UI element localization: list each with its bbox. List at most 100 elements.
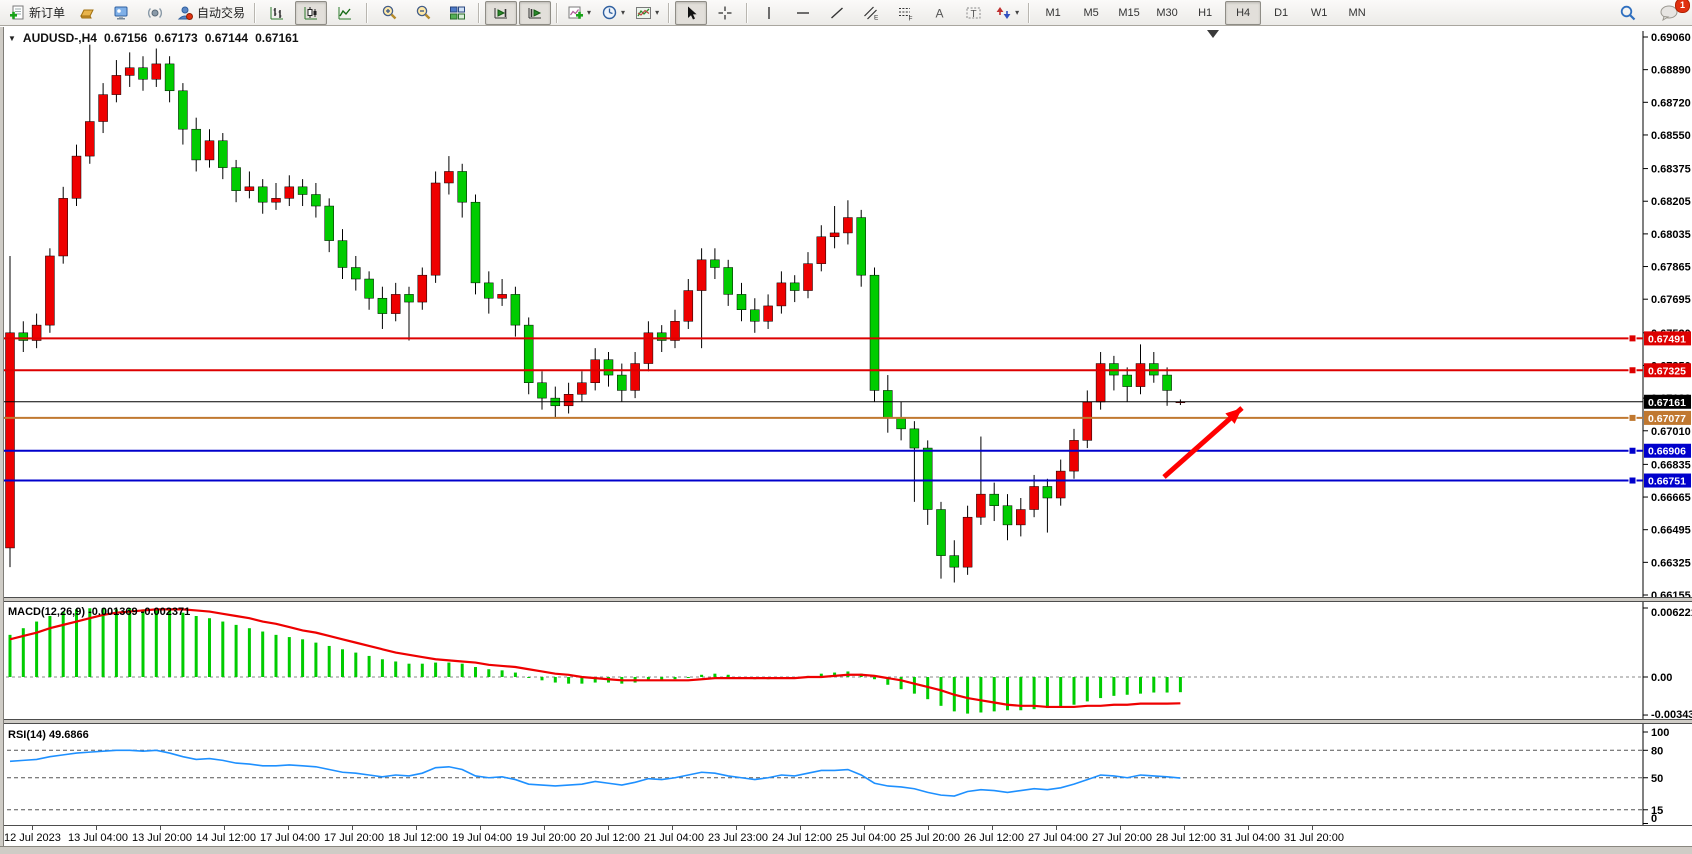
toolbar-separator bbox=[746, 3, 748, 23]
time-tick bbox=[288, 826, 289, 830]
indicators-icon bbox=[567, 5, 584, 21]
profile-button[interactable] bbox=[105, 1, 137, 25]
new-order-label: 新订单 bbox=[29, 4, 65, 21]
crosshair-icon bbox=[717, 5, 733, 21]
svg-text:0.68375: 0.68375 bbox=[1651, 164, 1691, 176]
cursor-button[interactable] bbox=[675, 1, 707, 25]
svg-text:0.68720: 0.68720 bbox=[1651, 97, 1691, 109]
zoom-out-button[interactable] bbox=[407, 1, 439, 25]
text-label-button[interactable]: T bbox=[957, 1, 989, 25]
time-tick bbox=[416, 826, 417, 830]
timeframe-button-M1[interactable]: M1 bbox=[1035, 1, 1071, 25]
autotrade-button[interactable]: 自动交易 bbox=[173, 1, 249, 25]
close-value: 0.67161 bbox=[255, 31, 298, 45]
trendline-button[interactable] bbox=[821, 1, 853, 25]
time-label: 18 Jul 12:00 bbox=[388, 832, 448, 844]
vertical-line-button[interactable] bbox=[753, 1, 785, 25]
time-tick bbox=[800, 826, 801, 830]
time-label: 27 Jul 04:00 bbox=[1028, 832, 1088, 844]
time-tick bbox=[32, 826, 33, 830]
bar-chart-icon bbox=[269, 5, 285, 21]
trendline-icon bbox=[829, 5, 845, 21]
svg-text:0.00: 0.00 bbox=[1651, 672, 1672, 684]
line-chart-button[interactable] bbox=[329, 1, 361, 25]
timeframe-button-W1[interactable]: W1 bbox=[1301, 1, 1337, 25]
time-tick bbox=[480, 826, 481, 830]
time-label: 31 Jul 04:00 bbox=[1220, 832, 1280, 844]
time-label: 19 Jul 20:00 bbox=[516, 832, 576, 844]
templates-button[interactable]: ▾ bbox=[631, 1, 663, 25]
time-label: 31 Jul 20:00 bbox=[1284, 832, 1344, 844]
timeframe-button-M15[interactable]: M15 bbox=[1111, 1, 1147, 25]
time-axis[interactable]: 12 Jul 202313 Jul 04:0013 Jul 20:0014 Ju… bbox=[0, 825, 1692, 846]
time-label: 19 Jul 04:00 bbox=[452, 832, 512, 844]
timeframe-button-H1[interactable]: H1 bbox=[1187, 1, 1223, 25]
candlestick-chart[interactable]: 0.690600.688900.687200.685500.683750.682… bbox=[0, 27, 1692, 597]
candlestick-chart-icon bbox=[303, 5, 319, 21]
auto-scroll-icon bbox=[493, 5, 510, 21]
macd-panel[interactable]: 0.0062210.00-0.00343MACD(12,26,9) -0.001… bbox=[0, 602, 1692, 719]
svg-text:0.67161: 0.67161 bbox=[1648, 397, 1686, 409]
tile-windows-icon bbox=[449, 5, 466, 21]
svg-text:MACD(12,26,9) -0.001369 -0.002: MACD(12,26,9) -0.001369 -0.002371 bbox=[8, 606, 190, 618]
chat-button[interactable]: 1 bbox=[1653, 1, 1685, 25]
bar-chart-button[interactable] bbox=[261, 1, 293, 25]
new-order-button[interactable]: 新订单 bbox=[5, 1, 69, 25]
time-tick bbox=[736, 826, 737, 830]
chart-shift-button[interactable] bbox=[519, 1, 551, 25]
fibonacci-button[interactable]: F bbox=[889, 1, 921, 25]
toolbar-separator bbox=[478, 3, 480, 23]
candlestick-chart-button[interactable] bbox=[295, 1, 327, 25]
zoom-in-button[interactable] bbox=[373, 1, 405, 25]
toolbar-right-group: 1 bbox=[1611, 1, 1686, 25]
timeframe-button-MN[interactable]: MN bbox=[1339, 1, 1375, 25]
market-button[interactable] bbox=[71, 1, 103, 25]
rsi-chart[interactable]: 1008050150RSI(14) 49.6866 bbox=[0, 724, 1692, 825]
rsi-panel[interactable]: 1008050150RSI(14) 49.6866 bbox=[0, 724, 1692, 825]
zoom-in-icon bbox=[381, 4, 398, 21]
one-click-trading-toggle-icon[interactable]: ▼ bbox=[8, 34, 16, 43]
market-gold-icon bbox=[79, 5, 95, 21]
text-button[interactable]: A bbox=[923, 1, 955, 25]
tile-windows-button[interactable] bbox=[441, 1, 473, 25]
time-label: 12 Jul 2023 bbox=[4, 832, 61, 844]
vertical-line-icon bbox=[762, 5, 776, 21]
svg-text:F: F bbox=[908, 15, 912, 21]
time-label: 25 Jul 04:00 bbox=[836, 832, 896, 844]
time-label: 17 Jul 04:00 bbox=[260, 832, 320, 844]
crosshair-button[interactable] bbox=[709, 1, 741, 25]
arrows-button[interactable]: ▾ bbox=[991, 1, 1023, 25]
macd-chart[interactable]: 0.0062210.00-0.00343MACD(12,26,9) -0.001… bbox=[0, 602, 1692, 719]
panel-splitter[interactable] bbox=[0, 597, 1692, 602]
window-bottom-edge bbox=[0, 846, 1692, 854]
autotrade-label: 自动交易 bbox=[197, 4, 245, 21]
time-label: 13 Jul 04:00 bbox=[68, 832, 128, 844]
time-tick bbox=[672, 826, 673, 830]
timeframe-button-D1[interactable]: D1 bbox=[1263, 1, 1299, 25]
periods-button[interactable]: ▾ bbox=[597, 1, 629, 25]
indicators-button[interactable]: ▾ bbox=[563, 1, 595, 25]
chevron-down-icon: ▾ bbox=[1015, 9, 1019, 17]
svg-text:0.66906: 0.66906 bbox=[1648, 446, 1686, 458]
main-chart-panel[interactable]: 0.690600.688900.687200.685500.683750.682… bbox=[0, 27, 1692, 597]
auto-scroll-button[interactable] bbox=[485, 1, 517, 25]
panel-splitter[interactable] bbox=[0, 719, 1692, 724]
time-label: 13 Jul 20:00 bbox=[132, 832, 192, 844]
timeframe-button-M30[interactable]: M30 bbox=[1149, 1, 1185, 25]
timeframe-button-H4[interactable]: H4 bbox=[1225, 1, 1261, 25]
timeframe-button-M5[interactable]: M5 bbox=[1073, 1, 1109, 25]
time-label: 27 Jul 20:00 bbox=[1092, 832, 1152, 844]
svg-text:-0.00343: -0.00343 bbox=[1651, 709, 1692, 719]
channel-button[interactable]: E bbox=[855, 1, 887, 25]
horizontal-line-button[interactable] bbox=[787, 1, 819, 25]
toolbar-separator bbox=[668, 3, 670, 23]
signals-button[interactable] bbox=[139, 1, 171, 25]
search-button[interactable] bbox=[1612, 1, 1644, 25]
templates-icon bbox=[635, 5, 652, 21]
text-icon: A bbox=[932, 5, 947, 21]
mt4-window: 新订单 bbox=[0, 0, 1692, 854]
search-icon bbox=[1619, 4, 1637, 22]
horizontal-line-icon bbox=[795, 5, 811, 21]
ohlc-values: 0.67156 0.67173 0.67144 0.67161 bbox=[104, 31, 299, 45]
high-value: 0.67173 bbox=[154, 31, 197, 45]
